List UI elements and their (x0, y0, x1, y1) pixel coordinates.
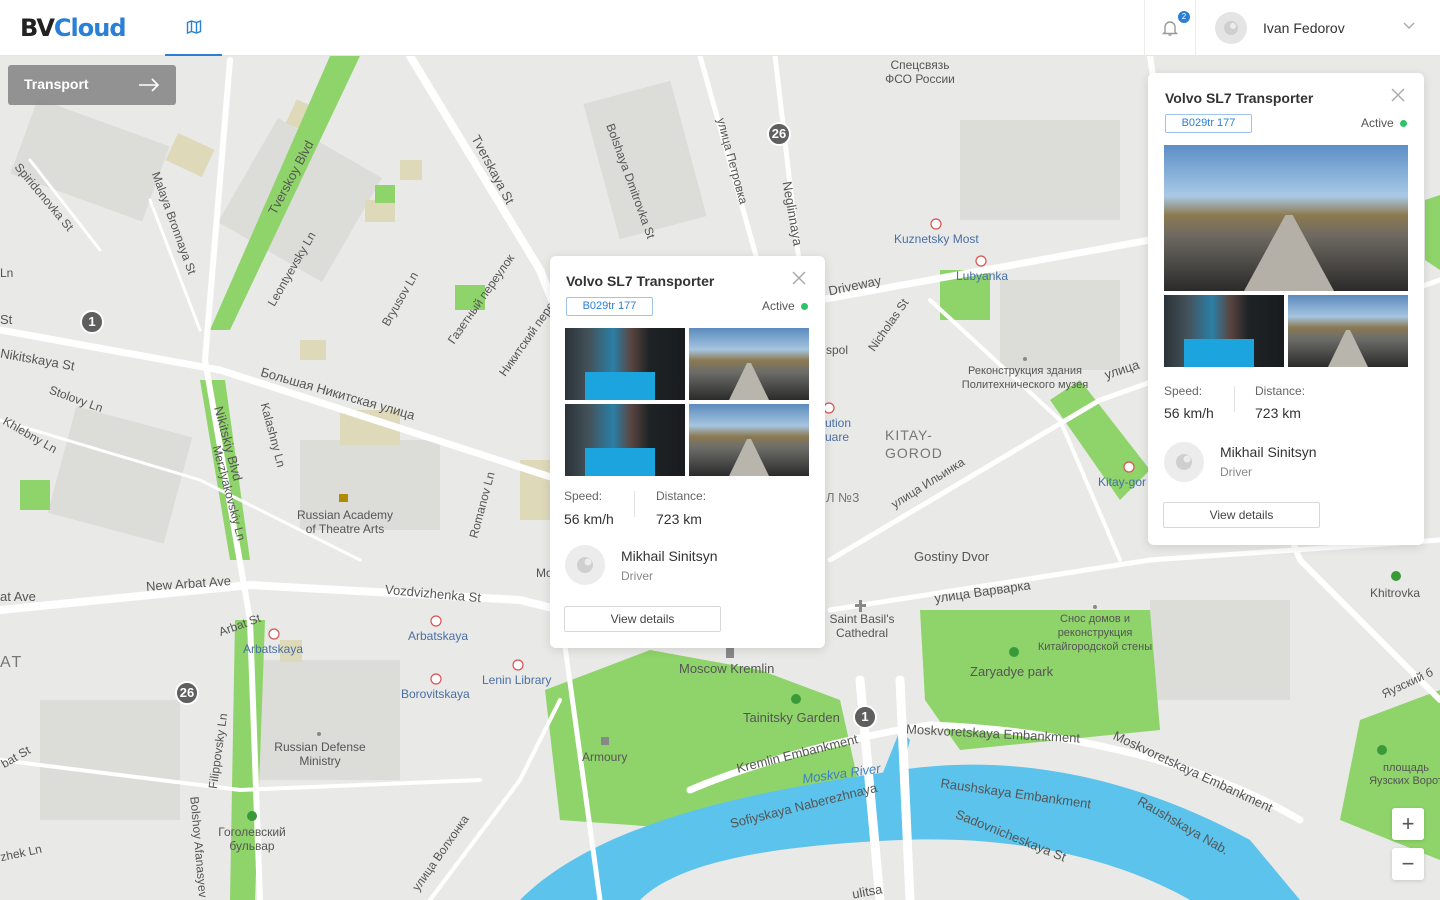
driver-role: Driver (1220, 465, 1252, 479)
user-avatar (1215, 12, 1247, 44)
camera-photo[interactable] (1164, 295, 1284, 367)
driver-name: Mikhail Sinitsyn (1220, 444, 1317, 460)
license-plate: B029tr 177 (566, 297, 653, 316)
user-name: Ivan Fedorov (1263, 20, 1345, 36)
speed-value: 56 km/h (1164, 405, 1214, 421)
view-details-button[interactable]: View details (564, 606, 721, 632)
zoom-in-button[interactable]: + (1392, 808, 1424, 840)
zoom-out-button[interactable]: − (1392, 848, 1424, 880)
driver-name: Mikhail Sinitsyn (621, 548, 718, 564)
speed-label: Speed: (1164, 384, 1203, 398)
top-bar: BVCloud 2 Ivan Fedorov (0, 0, 1440, 56)
vehicle-popup-right: Volvo SL7 Transporter B029tr 177 Active … (1148, 73, 1424, 545)
logo[interactable]: BVCloud (20, 14, 126, 42)
close-icon[interactable] (791, 270, 807, 286)
user-menu[interactable]: Ivan Fedorov (1215, 10, 1345, 46)
vehicle-title: Volvo SL7 Transporter (1165, 90, 1314, 106)
camera-photo[interactable] (689, 404, 809, 476)
camera-photo[interactable] (1288, 295, 1408, 367)
status-dot (800, 303, 808, 311)
driver-avatar (1164, 442, 1204, 482)
vehicle-popup-center: Volvo SL7 Transporter B029tr 177 Active … (550, 256, 825, 648)
transport-button-label: Transport (24, 76, 89, 92)
view-details-button[interactable]: View details (1163, 502, 1320, 528)
distance-value: 723 km (1255, 405, 1301, 421)
camera-photo[interactable] (565, 404, 685, 476)
plus-icon: + (1401, 811, 1415, 836)
minus-icon: − (1401, 851, 1415, 876)
status-badge: Active (1361, 116, 1407, 130)
driver-role: Driver (621, 569, 653, 583)
avatar-placeholder-icon (1176, 454, 1192, 470)
tab-map[interactable] (165, 0, 222, 56)
notification-badge: 2 (1178, 11, 1190, 23)
chevron-down-icon[interactable] (1402, 18, 1416, 32)
avatar-placeholder-icon (1224, 21, 1238, 35)
distance-label: Distance: (656, 489, 707, 503)
divider (634, 491, 635, 517)
divider (1234, 386, 1235, 412)
cluster-marker[interactable]: 1 (80, 310, 104, 334)
cluster-marker[interactable]: 26 (175, 681, 199, 705)
avatar-placeholder-icon (577, 557, 593, 573)
status-dot (1399, 120, 1407, 128)
camera-photo[interactable] (565, 328, 685, 400)
speed-label: Speed: (564, 489, 603, 503)
speed-value: 56 km/h (564, 511, 614, 527)
license-plate: B029tr 177 (1165, 114, 1252, 133)
cluster-marker[interactable]: 26 (767, 122, 791, 146)
map-icon (186, 19, 201, 35)
camera-photo[interactable] (689, 328, 809, 400)
driver-avatar (565, 545, 605, 585)
transport-button[interactable]: Transport (8, 65, 176, 105)
camera-photo-main[interactable] (1164, 145, 1408, 291)
notifications-button[interactable]: 2 (1144, 0, 1196, 56)
distance-label: Distance: (1255, 384, 1306, 398)
vehicle-title: Volvo SL7 Transporter (566, 273, 715, 289)
bell-icon (1161, 21, 1179, 36)
close-icon[interactable] (1390, 87, 1406, 103)
arrow-right-icon (139, 78, 160, 92)
status-badge: Active (762, 299, 808, 313)
cluster-marker[interactable]: 1 (853, 705, 877, 729)
distance-value: 723 km (656, 511, 702, 527)
